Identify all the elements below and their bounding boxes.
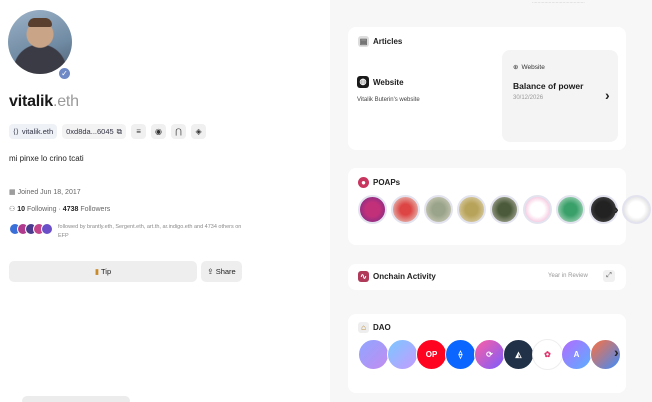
joined-date-text: Joined Jun 18, 2017 <box>17 189 81 196</box>
github-icon[interactable]: ◉ <box>151 124 167 139</box>
following-label: Following <box>26 206 57 213</box>
poap-icon: ● <box>358 177 369 188</box>
poap-badge[interactable] <box>424 195 453 224</box>
share-icon: ⇪ <box>207 267 214 276</box>
dao-list: OP ⟠ ⟳ ◭ ✿ A <box>358 339 621 370</box>
dao-badge[interactable] <box>358 339 389 370</box>
mutual-avatars[interactable] <box>9 223 53 235</box>
articles-header: ▤ Articles <box>358 36 402 47</box>
dao-badge[interactable]: A <box>561 339 592 370</box>
article-source: ⊕ Website <box>513 63 545 72</box>
onchain-title: Onchain Activity <box>373 272 436 281</box>
chevron-right-icon[interactable]: › <box>605 87 610 103</box>
onchain-header: ∿ Onchain Activity <box>358 271 436 282</box>
eye-icon[interactable]: ◈ <box>191 124 207 139</box>
tip-icon: ▮ <box>94 267 100 276</box>
article-title: Balance of power <box>513 81 584 91</box>
arbitrum-badge[interactable]: ◭ <box>503 339 534 370</box>
dao-badge[interactable]: ⟳ <box>474 339 505 370</box>
poap-badge[interactable] <box>358 195 387 224</box>
followers-count: 4738 <box>62 206 79 213</box>
address-chip[interactable]: 0xd8da...6045 ⧉ <box>62 124 127 139</box>
dao-badge[interactable] <box>387 339 418 370</box>
dao-badge[interactable]: ✿ <box>532 339 563 370</box>
dao-title: DAO <box>373 323 391 332</box>
arch-icon[interactable]: ⋂ <box>171 124 187 139</box>
articles-card: ▤ Articles ◍ Website Vitalik Buterin's w… <box>348 27 626 150</box>
chevron-right-icon[interactable]: › <box>614 344 619 360</box>
dao-icon: ⌂ <box>358 322 369 333</box>
dao-card: ⌂ DAO OP ⟠ ⟳ ◭ ✿ A › <box>348 314 626 393</box>
poap-list <box>358 195 651 224</box>
share-button[interactable]: ⇪ Share <box>201 261 242 282</box>
copy-icon[interactable]: ⧉ <box>117 124 122 139</box>
people-icon: ⚇ <box>9 206 16 213</box>
website-link[interactable]: ◍ Website Vitalik Buterin's website <box>357 76 487 103</box>
mutual-avatar <box>41 223 53 235</box>
poap-badge[interactable] <box>457 195 486 224</box>
dao-badge[interactable]: ⟠ <box>445 339 476 370</box>
poaps-card: ● POAPs › <box>348 168 651 245</box>
profile-name-main: vitalik <box>9 93 53 110</box>
expand-icon[interactable]: ⤢ <box>603 270 615 282</box>
profile-name-tld: .eth <box>52 93 79 110</box>
article-source-label: Website <box>521 63 545 71</box>
article-card[interactable]: ⊕ Website Balance of power 30/12/2026 › <box>502 50 618 142</box>
follow-stats[interactable]: ⚇ 10 Following · 4738 Followers <box>9 205 110 213</box>
website-label: Website <box>373 77 404 87</box>
profile-panel: ✓ vitalik.eth ⟨⟩ vitalik.eth 0xd8da...60… <box>0 0 330 402</box>
menu-icon[interactable]: ≡ <box>131 124 147 139</box>
website-title-row: ◍ Website <box>357 76 487 88</box>
profile-chips: ⟨⟩ vitalik.eth 0xd8da...6045 ⧉ ≡ ◉ ⋂ ◈ <box>9 124 207 139</box>
poap-badge[interactable] <box>556 195 585 224</box>
website-icon: ◍ <box>357 76 369 88</box>
calendar-icon: ▦ <box>9 189 16 196</box>
followers-label: Followers <box>80 206 111 213</box>
ens-icon: ⟨⟩ <box>13 127 19 136</box>
bio-text: mi pinxe lo crino tcati <box>9 154 84 163</box>
poaps-title: POAPs <box>373 178 401 187</box>
poap-badge[interactable] <box>391 195 420 224</box>
website-subtitle: Vitalik Buterin's website <box>357 97 420 103</box>
tip-button[interactable]: ▮ Tip <box>9 261 197 282</box>
chevron-right-icon[interactable]: › <box>614 201 619 217</box>
share-button-label: Share <box>215 267 236 276</box>
top-fade-text: ...................................... <box>532 0 585 5</box>
year-in-review-link[interactable]: Year in Review <box>548 264 588 288</box>
articles-title: Articles <box>373 37 403 46</box>
globe-icon: ⊕ <box>513 64 519 71</box>
mutuals-text: followed by brantly.eth, Sergent.eth, ar… <box>58 224 242 239</box>
activity-icon: ∿ <box>358 271 369 282</box>
avatar[interactable] <box>8 10 72 74</box>
optimism-badge[interactable]: OP <box>416 339 447 370</box>
bottom-placeholder <box>22 396 130 402</box>
article-date: 30/12/2026 <box>513 95 544 101</box>
joined-date: ▦ Joined Jun 18, 2017 <box>9 188 81 196</box>
onchain-activity-card[interactable]: ∿ Onchain Activity Year in Review ⤢ <box>348 264 626 290</box>
ens-chip[interactable]: ⟨⟩ vitalik.eth <box>9 124 58 139</box>
poap-badge[interactable] <box>622 195 651 224</box>
poap-badge[interactable] <box>490 195 519 224</box>
address-chip-label: 0xd8da...6045 <box>66 127 114 136</box>
poaps-header: ● POAPs <box>358 177 400 188</box>
following-count: 10 <box>17 206 26 213</box>
profile-name: vitalik.eth <box>9 93 79 111</box>
poap-badge[interactable] <box>523 195 552 224</box>
tip-button-label: Tip <box>100 267 112 276</box>
ens-chip-label: vitalik.eth <box>21 127 54 136</box>
verified-badge-icon: ✓ <box>57 66 72 81</box>
dao-header: ⌂ DAO <box>358 322 391 333</box>
articles-icon: ▤ <box>358 36 369 47</box>
